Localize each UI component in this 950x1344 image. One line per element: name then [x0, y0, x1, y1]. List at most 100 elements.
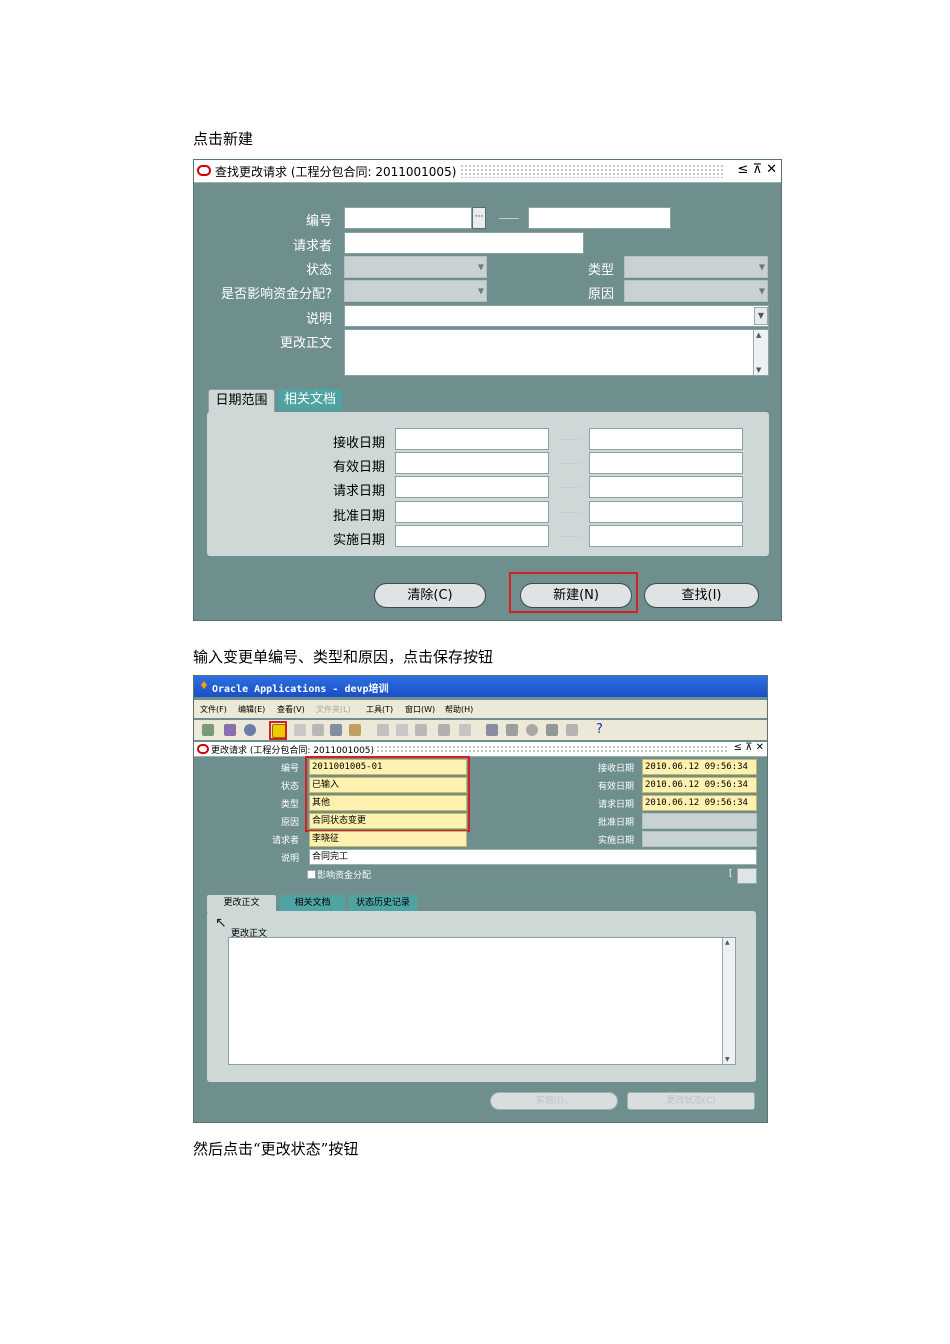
scrollbar[interactable]: ▲ ▼ [753, 330, 768, 375]
request-date-to[interactable] [589, 476, 743, 498]
type-select[interactable]: ▼ [624, 256, 768, 278]
zoom-record-icon[interactable] [506, 724, 518, 736]
menu-view[interactable]: 查看(V) [277, 704, 305, 715]
change-text-field[interactable]: ▲ ▼ [344, 329, 769, 376]
find-button[interactable]: 查找(I) [644, 583, 759, 608]
number-to-field[interactable] [528, 207, 671, 229]
description-field[interactable]: ▼ [344, 305, 769, 327]
implementation-date-label: 实施日期 [332, 533, 385, 548]
status-label: 状态 [280, 782, 299, 792]
menu-folder[interactable]: 文件夹(L) [316, 704, 351, 715]
scrollbar[interactable]: ▲ ▼ [722, 938, 735, 1064]
received-date-field[interactable]: 2010.06.12 09:56:34 [642, 759, 757, 775]
tab-status-history[interactable]: 状态历史记录 [349, 895, 417, 911]
new-record-icon[interactable] [202, 724, 214, 736]
paste-icon[interactable] [415, 724, 427, 736]
window-controls-icon[interactable]: ≤ ⊼ ✕ [734, 742, 764, 753]
delete-record-icon[interactable] [459, 724, 471, 736]
affects-funding-select[interactable]: ▼ [344, 280, 487, 302]
folder-tools-icon[interactable] [566, 724, 578, 736]
affects-funding-checkbox[interactable] [307, 870, 316, 879]
effective-date-from[interactable] [395, 452, 549, 474]
request-date-label: 请求日期 [332, 484, 385, 499]
implement-button[interactable]: 实施(I)... [490, 1092, 618, 1110]
number-from-field[interactable] [344, 207, 472, 229]
window-controls-icon[interactable]: ≤ ⊼ ✕ [737, 162, 777, 177]
menu-window[interactable]: 窗口(W) [405, 704, 435, 715]
implementation-date-from[interactable] [395, 525, 549, 547]
help-icon[interactable]: ? [596, 722, 603, 737]
received-date-label: 接收日期 [332, 436, 385, 451]
requester-field[interactable]: 李晓征 [309, 831, 467, 847]
oracle-logo-icon [197, 165, 211, 176]
cut-icon[interactable] [377, 724, 389, 736]
type-label: 类型 [280, 800, 299, 810]
scroll-up-icon[interactable]: ▲ [725, 939, 730, 946]
navigator-icon[interactable] [244, 724, 256, 736]
titlebar-pattern [376, 745, 727, 753]
request-date-from[interactable] [395, 476, 549, 498]
copy-icon[interactable] [396, 724, 408, 736]
chevron-down-icon: ▼ [758, 286, 765, 296]
chevron-down-icon: ▼ [477, 262, 484, 272]
implementation-date-field[interactable] [642, 831, 757, 847]
clear-button[interactable]: 清除(C) [374, 583, 486, 608]
reason-select[interactable]: ▼ [624, 280, 768, 302]
range-dash [560, 487, 580, 488]
approval-date-label: 批准日期 [332, 509, 385, 524]
menu-edit[interactable]: 编辑(E) [238, 704, 265, 715]
zoom-icon[interactable] [349, 724, 361, 736]
range-dash [560, 536, 580, 537]
translations-icon[interactable] [526, 724, 538, 736]
print-icon[interactable] [294, 724, 306, 736]
oracle-applications-window: ♦ Oracle Applications - devp培训 文件(F) 编辑(… [193, 675, 768, 1123]
find-icon[interactable] [224, 724, 236, 736]
chevron-down-icon: ▼ [477, 286, 484, 296]
close-form-icon[interactable] [312, 724, 324, 736]
received-date-from[interactable] [395, 428, 549, 450]
effective-date-label: 有效日期 [597, 782, 634, 792]
chevron-down-icon[interactable]: ▼ [754, 307, 768, 325]
edit-field-icon[interactable] [486, 724, 498, 736]
tab-related-docs[interactable]: 相关文档 [280, 895, 345, 911]
menu-tools[interactable]: 工具(T) [366, 704, 393, 715]
caption-enter-and-save: 输入变更单编号、类型和原因，点击保存按钮 [193, 648, 494, 666]
status-select[interactable]: ▼ [344, 256, 487, 278]
scroll-up-icon[interactable]: ▲ [756, 331, 761, 339]
received-date-to[interactable] [589, 428, 743, 450]
scroll-down-icon[interactable]: ▼ [756, 366, 761, 374]
scroll-down-icon[interactable]: ▼ [725, 1056, 730, 1063]
tab-related-docs[interactable]: 相关文档 [278, 389, 342, 411]
effective-date-to[interactable] [589, 452, 743, 474]
approval-date-to[interactable] [589, 501, 743, 523]
lov-button[interactable]: ··· [472, 207, 486, 229]
oracle-logo-icon [197, 744, 209, 754]
flex-bracket: [ [729, 869, 733, 879]
change-text-panel: ↖ 更改正文 ▲ ▼ [207, 911, 756, 1082]
description-field[interactable]: 合同完工 [309, 849, 757, 865]
highlight-required-fields [305, 756, 470, 832]
requester-label: 请求者 [292, 239, 332, 254]
requester-label: 请求者 [271, 836, 299, 846]
range-dash [560, 463, 580, 464]
effective-date-field[interactable]: 2010.06.12 09:56:34 [642, 777, 757, 793]
tab-date-range[interactable]: 日期范围 [208, 389, 275, 413]
change-status-button[interactable]: 更改状态(C) [627, 1092, 755, 1110]
clear-record-icon[interactable] [438, 724, 450, 736]
tab-change-text[interactable]: 更改正文 [207, 895, 276, 912]
oracle-app-icon: ♦ [199, 679, 209, 692]
implementation-date-to[interactable] [589, 525, 743, 547]
change-text-area[interactable]: ▲ ▼ [228, 937, 736, 1065]
caption-change-status: 然后点击“更改状态”按钮 [193, 1140, 359, 1158]
description-label: 说明 [305, 312, 332, 327]
window-icon[interactable] [330, 724, 342, 736]
request-date-field[interactable]: 2010.06.12 09:56:34 [642, 795, 757, 811]
requester-field[interactable] [344, 232, 584, 254]
flexfield-button[interactable] [737, 868, 757, 884]
approval-date-from[interactable] [395, 501, 549, 523]
highlight-save-button [269, 721, 287, 740]
menu-file[interactable]: 文件(F) [200, 704, 227, 715]
menu-help[interactable]: 帮助(H) [445, 704, 473, 715]
approval-date-field[interactable] [642, 813, 757, 829]
attachments-icon[interactable] [546, 724, 558, 736]
